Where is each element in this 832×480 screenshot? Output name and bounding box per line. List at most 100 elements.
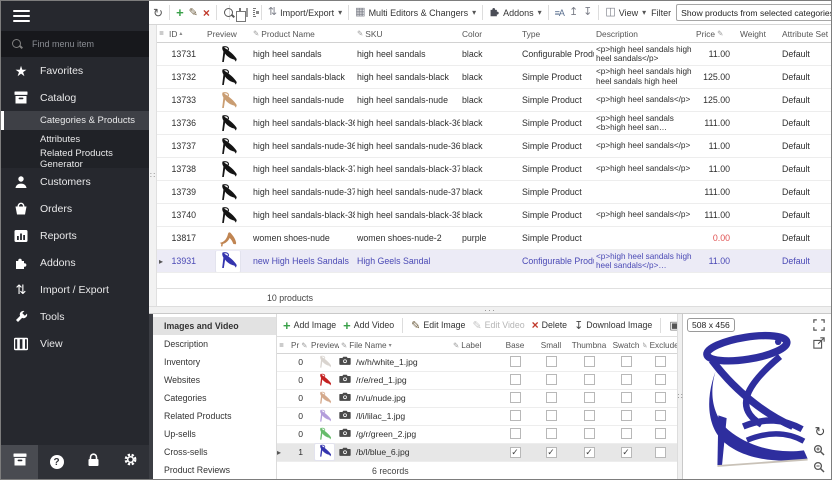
column-header-price[interactable]: Price✎ bbox=[694, 29, 738, 39]
column-header-file-name[interactable]: ✎File Name▾ bbox=[339, 341, 451, 350]
exclude-checkbox[interactable] bbox=[655, 428, 666, 439]
base-checkbox[interactable] bbox=[510, 356, 521, 367]
column-header-base[interactable]: Base bbox=[497, 341, 533, 350]
image-row[interactable]: ▸ 0 /r/e/red_1.jpg bbox=[277, 372, 677, 390]
add-image-button[interactable]: +Add Image bbox=[283, 319, 336, 332]
base-checkbox[interactable] bbox=[510, 428, 521, 439]
category-panel-splitter[interactable]: ∷ bbox=[149, 25, 157, 306]
sidebar-item[interactable]: ⇅ Import / Export bbox=[1, 276, 149, 303]
exclude-checkbox[interactable] bbox=[655, 374, 666, 385]
sidebar-item[interactable]: ★ Favorites bbox=[1, 57, 149, 84]
column-header-thumbna[interactable]: Thumbna bbox=[569, 341, 609, 350]
swatch-checkbox[interactable] bbox=[621, 374, 632, 385]
refresh-button[interactable]: ↻ bbox=[153, 7, 163, 19]
product-row[interactable]: ▸ 13733 high heel sandals-nude high heel… bbox=[157, 89, 831, 112]
column-header-small[interactable]: Small bbox=[533, 341, 569, 350]
details-tab[interactable]: Categories bbox=[153, 389, 276, 407]
swatch-checkbox[interactable] bbox=[621, 410, 632, 421]
column-header-sku[interactable]: ✎SKU bbox=[355, 29, 460, 39]
open-external-icon[interactable] bbox=[812, 336, 826, 350]
thumbnail-checkbox[interactable] bbox=[584, 428, 595, 439]
product-row[interactable]: ▸ 13740 high heel sandals-black-38 high … bbox=[157, 204, 831, 227]
swatch-checkbox[interactable] bbox=[621, 428, 632, 439]
thumbnail-checkbox[interactable] bbox=[584, 392, 595, 403]
sort-az-button[interactable]: ≡A bbox=[555, 8, 564, 18]
details-tab[interactable]: Images and Video bbox=[153, 317, 276, 335]
small-checkbox[interactable] bbox=[546, 410, 557, 421]
column-header-description[interactable]: Description bbox=[594, 29, 694, 39]
small-checkbox[interactable]: ✓ bbox=[546, 447, 557, 458]
set-resize-rule-button[interactable]: ▣Set Resize Rule▾ bbox=[669, 319, 677, 332]
base-checkbox[interactable]: ✓ bbox=[510, 447, 521, 458]
swatch-checkbox[interactable] bbox=[621, 356, 632, 367]
base-checkbox[interactable] bbox=[510, 392, 521, 403]
product-row[interactable]: ▸ 13737 high heel sandals-nude-36 high h… bbox=[157, 135, 831, 158]
select-button[interactable] bbox=[246, 8, 248, 17]
sidebar-item[interactable]: Tools bbox=[1, 303, 149, 330]
thumbnail-checkbox[interactable]: ✓ bbox=[584, 447, 595, 458]
zoom-out-icon[interactable] bbox=[812, 460, 826, 474]
details-tab[interactable]: Product Reviews bbox=[153, 461, 276, 479]
add-video-button[interactable]: +Add Video bbox=[343, 319, 394, 332]
hamburger-menu-button[interactable] bbox=[1, 1, 149, 31]
menu-search[interactable] bbox=[1, 31, 149, 57]
swatch-checkbox[interactable] bbox=[621, 392, 632, 403]
details-tab[interactable]: Websites bbox=[153, 371, 276, 389]
zoom-in-icon[interactable] bbox=[812, 443, 826, 457]
small-checkbox[interactable] bbox=[546, 374, 557, 385]
sidebar-item[interactable]: Orders bbox=[1, 195, 149, 222]
fit-screen-icon[interactable] bbox=[812, 318, 826, 332]
base-checkbox[interactable] bbox=[510, 374, 521, 385]
delete-product-button[interactable]: × bbox=[203, 7, 210, 19]
sidebar-item[interactable]: Reports bbox=[1, 222, 149, 249]
edit-video-button[interactable]: ✎Edit Video bbox=[472, 319, 524, 332]
details-tab[interactable]: Description bbox=[153, 335, 276, 353]
column-header-type[interactable]: Type bbox=[520, 29, 594, 39]
details-tab[interactable]: Related Products bbox=[153, 407, 276, 425]
move-down-button[interactable]: ↧ bbox=[583, 7, 592, 18]
swatch-checkbox[interactable]: ✓ bbox=[621, 447, 632, 458]
column-header-color[interactable]: Color bbox=[460, 29, 520, 39]
sidebar-item[interactable]: Categories & Products bbox=[1, 111, 149, 130]
column-header-weight[interactable]: Weight bbox=[738, 29, 780, 39]
delete-button[interactable]: ×Delete bbox=[532, 319, 567, 331]
product-row[interactable]: ▸ 13731 high heel sandals high heel sand… bbox=[157, 43, 831, 66]
column-header-pr[interactable]: Pr✎ bbox=[289, 341, 309, 350]
column-header-product-name[interactable]: ✎Product Name bbox=[251, 29, 355, 39]
image-row[interactable]: ▸ 0 /g/r/green_2.jpg bbox=[277, 426, 677, 444]
sidebar-item[interactable]: Attributes bbox=[1, 130, 149, 149]
small-checkbox[interactable] bbox=[546, 428, 557, 439]
rotate-icon[interactable]: ↻ bbox=[813, 425, 827, 439]
column-header-exclude[interactable]: ✎Exclude bbox=[643, 341, 677, 350]
view-menu[interactable]: ◫ View ▾ bbox=[605, 7, 646, 18]
sidebar-bottom-button[interactable] bbox=[75, 445, 112, 479]
exclude-checkbox[interactable] bbox=[655, 356, 666, 367]
move-up-button[interactable]: ↥ bbox=[569, 7, 578, 18]
sidebar-item[interactable]: View bbox=[1, 330, 149, 357]
add-product-button[interactable]: + bbox=[176, 6, 184, 19]
sidebar-item[interactable]: Catalog bbox=[1, 84, 149, 111]
sidebar-item[interactable]: Addons bbox=[1, 249, 149, 276]
duplicate-button[interactable] bbox=[239, 8, 241, 17]
product-row[interactable]: ▸ 13736 high heel sandals-black-36 high … bbox=[157, 112, 831, 135]
thumbnail-checkbox[interactable] bbox=[584, 374, 595, 385]
product-row[interactable]: ▸ 13738 high heel sandals-black-37 high … bbox=[157, 158, 831, 181]
column-header-preview[interactable]: Preview bbox=[205, 29, 251, 39]
sidebar-bottom-button[interactable] bbox=[1, 445, 38, 479]
addons-menu[interactable]: Addons ▾ bbox=[489, 6, 542, 19]
image-row[interactable]: ▸ 0 /w/h/white_1.jpg bbox=[277, 354, 677, 372]
sidebar-bottom-button[interactable] bbox=[112, 445, 149, 479]
exclude-checkbox[interactable] bbox=[655, 392, 666, 403]
edit-image-button[interactable]: ✎Edit Image bbox=[411, 319, 465, 332]
sidebar-item[interactable]: Related Products Generator bbox=[1, 149, 149, 168]
details-tab[interactable]: Up-sells bbox=[153, 425, 276, 443]
paste-special-button[interactable] bbox=[253, 8, 255, 17]
product-row[interactable]: ▸ 13931 new High Heels Sandals High Geel… bbox=[157, 250, 831, 273]
image-row[interactable]: ▸ 1 /b/l/blue_6.jpg ✓ ✓ ✓ ✓ bbox=[277, 444, 677, 462]
image-row[interactable]: ▸ 0 /l/i/lilac_1.jpg bbox=[277, 408, 677, 426]
multi-editors-menu[interactable]: ▦ Multi Editors & Changers ▾ bbox=[355, 7, 476, 18]
column-header-attribute-set-name[interactable]: Attribute Set Name bbox=[780, 29, 831, 39]
small-checkbox[interactable] bbox=[546, 356, 557, 367]
thumbnail-checkbox[interactable] bbox=[584, 410, 595, 421]
column-header-id[interactable]: ID▴ bbox=[167, 29, 205, 39]
